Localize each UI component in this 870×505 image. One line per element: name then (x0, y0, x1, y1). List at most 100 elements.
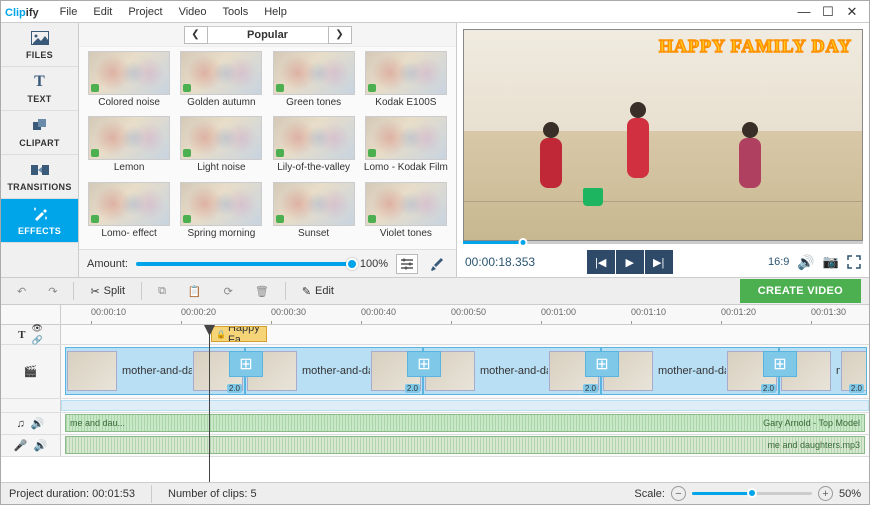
paste-button[interactable]: 📋 (180, 282, 210, 301)
scale-value: 50% (839, 488, 861, 500)
effect-thumb[interactable]: Kodak E100S (362, 51, 450, 114)
split-icon: ✂ (90, 285, 99, 298)
audio-track-1: ♫🔊 me and dau...Gary Arnold - Top Model (1, 413, 869, 435)
timecode: 00:00:18.353 (465, 255, 535, 269)
close-button[interactable]: ✕ (845, 5, 859, 19)
effect-thumb[interactable]: Light noise (177, 116, 265, 179)
image-icon (31, 29, 49, 47)
ruler-tick: 00:00:10 (91, 307, 126, 317)
video-track-icon: 🎬 (24, 365, 38, 378)
effects-panel: ❮ Popular ❯ Colored noiseGolden autumnGr… (79, 23, 457, 277)
maximize-button[interactable]: ☐ (821, 5, 835, 19)
main-menu: File Edit Project Video Tools Help (53, 4, 294, 20)
menu-tools[interactable]: Tools (216, 4, 256, 20)
effect-thumb[interactable]: Lily-of-the-valley (270, 116, 358, 179)
mute-icon[interactable]: 🔊 (31, 417, 45, 430)
effect-thumb[interactable]: Lemon (85, 116, 173, 179)
lock-icon: 🔒 (216, 330, 226, 339)
fullscreen-icon[interactable] (847, 255, 861, 269)
zoom-in-button[interactable]: + (818, 486, 833, 501)
effects-icon (31, 205, 49, 223)
minimize-button[interactable]: — (797, 5, 811, 19)
time-ruler[interactable]: 00:00:1000:00:2000:00:3000:00:4000:00:50… (61, 305, 869, 324)
effect-thumb[interactable]: Colored noise (85, 51, 173, 114)
transition-marker[interactable]: ⊞ (585, 351, 619, 377)
aspect-ratio[interactable]: 16:9 (768, 256, 789, 268)
audio-clip-2[interactable]: me and daughters.mp3 (65, 436, 865, 454)
video-clip[interactable]: mother-and-daughters-i2.0 (601, 347, 779, 395)
redo-button[interactable]: ↷ (40, 282, 65, 301)
preview-overlay-text: HAPPY FAMILY DAY (659, 36, 852, 57)
effect-thumb[interactable]: Lomo - Kodak Film (362, 116, 450, 179)
menu-edit[interactable]: Edit (86, 4, 119, 20)
effect-thumb[interactable]: Green tones (270, 51, 358, 114)
transition-marker[interactable]: ⊞ (763, 351, 797, 377)
titlebar: Clipify File Edit Project Video Tools He… (1, 1, 869, 23)
video-clip[interactable]: mother-and-daughters-i2.0 (245, 347, 423, 395)
video-clip[interactable]: mother-and-daughters-in2.0 (65, 347, 245, 395)
duration-label: Project duration: (9, 488, 89, 500)
tab-effects[interactable]: EFFECTS (1, 199, 78, 243)
menu-file[interactable]: File (53, 4, 85, 20)
snapshot-icon[interactable]: 📷 (823, 254, 839, 270)
timeline-toolbar: ↶ ↷ ✂Split ⧉ 📋 ⟳ 🗑 ✎Edit CREATE VIDEO (1, 277, 869, 305)
rotate-button[interactable]: ⟳ (216, 282, 241, 301)
seek-bar[interactable] (463, 241, 863, 244)
amount-label: Amount: (87, 258, 128, 270)
ruler-tick: 00:01:10 (631, 307, 666, 317)
visibility-icon[interactable]: 👁 (31, 323, 42, 334)
ruler-tick: 00:01:20 (721, 307, 756, 317)
tab-text[interactable]: T TEXT (1, 67, 78, 111)
menu-video[interactable]: Video (172, 4, 214, 20)
mute-icon-2[interactable]: 🔊 (34, 439, 48, 452)
status-bar: Project duration: 00:01:53 Number of cli… (1, 482, 869, 504)
tab-transitions[interactable]: TRANSITIONS (1, 155, 78, 199)
effect-thumb[interactable]: Spring morning (177, 182, 265, 245)
app-logo: Clipify (5, 4, 39, 19)
prev-frame-button[interactable]: |◀ (587, 250, 615, 274)
text-track: T 👁🔗 🔒Happy Fa (1, 325, 869, 345)
transition-marker[interactable]: ⊞ (229, 351, 263, 377)
category-next-button[interactable]: ❯ (328, 26, 352, 44)
audio-clip-1[interactable]: me and dau...Gary Arnold - Top Model (65, 414, 865, 432)
transition-marker[interactable]: ⊞ (407, 351, 441, 377)
ruler-tick: 00:01:00 (541, 307, 576, 317)
split-button[interactable]: ✂Split (82, 282, 133, 301)
ruler-tick: 00:00:30 (271, 307, 306, 317)
volume-icon[interactable]: 🔊 (797, 254, 814, 271)
menu-project[interactable]: Project (121, 4, 169, 20)
settings-button[interactable] (396, 254, 418, 274)
category-name[interactable]: Popular (208, 26, 328, 44)
timeline: 00:00:1000:00:2000:00:3000:00:4000:00:50… (1, 305, 869, 482)
play-button[interactable]: ▶ (616, 250, 644, 274)
tab-clipart[interactable]: CLIPART (1, 111, 78, 155)
scale-slider[interactable] (692, 492, 812, 495)
effect-thumb[interactable]: Lomo- effect (85, 182, 173, 245)
edit-button[interactable]: ✎Edit (294, 282, 342, 301)
transitions-icon (31, 161, 49, 179)
mic-track-icon: 🎤 (14, 439, 28, 452)
ruler-tick: 00:00:40 (361, 307, 396, 317)
tab-text-label: TEXT (27, 94, 51, 104)
menu-help[interactable]: Help (257, 4, 294, 20)
zoom-out-button[interactable]: − (671, 486, 686, 501)
next-frame-button[interactable]: ▶| (645, 250, 673, 274)
effect-thumb[interactable]: Golden autumn (177, 51, 265, 114)
create-video-button[interactable]: CREATE VIDEO (740, 279, 861, 303)
amount-slider[interactable] (136, 262, 352, 266)
ruler-tick: 00:00:50 (451, 307, 486, 317)
copy-button[interactable]: ⧉ (150, 282, 174, 301)
video-clip[interactable]: mother-and-daughters-i2.0 (423, 347, 601, 395)
overlay-track (1, 399, 869, 413)
playhead[interactable] (209, 325, 210, 482)
clips-value: 5 (251, 488, 257, 500)
category-prev-button[interactable]: ❮ (184, 26, 208, 44)
video-preview[interactable]: HAPPY FAMILY DAY (463, 29, 863, 241)
delete-button[interactable]: 🗑 (247, 282, 277, 301)
tab-files[interactable]: FILES (1, 23, 78, 67)
effect-thumb[interactable]: Sunset (270, 182, 358, 245)
text-clip[interactable]: 🔒Happy Fa (211, 326, 267, 342)
effect-thumb[interactable]: Violet tones (362, 182, 450, 245)
undo-button[interactable]: ↶ (9, 282, 34, 301)
brush-button[interactable] (426, 254, 448, 274)
